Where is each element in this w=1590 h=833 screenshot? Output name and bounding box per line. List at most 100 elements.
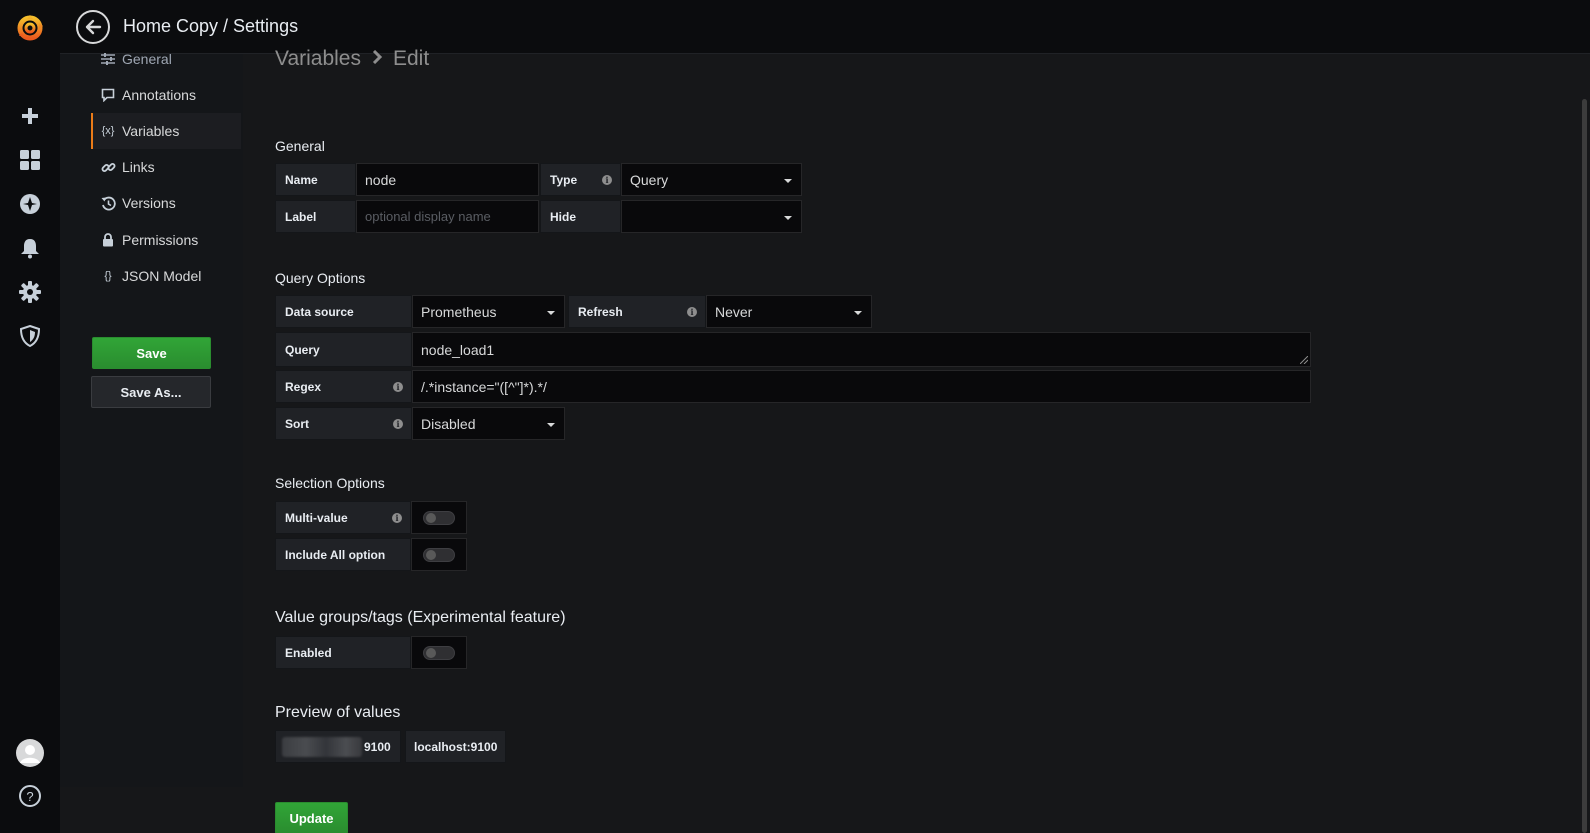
datasource-select-value: Prometheus	[421, 303, 497, 320]
caret-down-icon	[854, 311, 862, 315]
multi-value-label-text: Multi-value	[285, 510, 348, 525]
datasource-select[interactable]: Prometheus	[412, 295, 565, 328]
section-title-value-groups: Value groups/tags (Experimental feature)	[275, 609, 566, 626]
comment-icon	[100, 88, 116, 102]
avatar[interactable]	[16, 739, 44, 767]
sidebar-item-label: Links	[122, 159, 155, 175]
info-icon[interactable]: i	[602, 175, 612, 185]
include-all-label: Include All option	[275, 538, 411, 571]
sidebar-item-permissions[interactable]: Permissions	[91, 222, 241, 258]
hide-label: Hide	[540, 200, 621, 233]
history-icon	[100, 196, 116, 211]
scrollbar[interactable]	[1582, 99, 1587, 833]
name-input[interactable]: node	[356, 163, 539, 196]
query-value: node_load1	[421, 341, 495, 358]
breadcrumb-current: Edit	[393, 47, 430, 70]
value-groups-toggle[interactable]	[411, 636, 467, 669]
resize-handle-icon[interactable]	[1300, 356, 1308, 364]
back-button[interactable]	[76, 10, 110, 44]
section-title-preview: Preview of values	[275, 704, 401, 721]
shield-icon[interactable]	[18, 324, 42, 348]
caret-down-icon	[547, 311, 555, 315]
lock-icon	[100, 233, 116, 247]
chevron-right-icon	[371, 49, 383, 69]
sidebar-item-links[interactable]: Links	[91, 149, 241, 185]
variable-icon: {x}	[101, 125, 115, 137]
side-menu: ?	[0, 0, 60, 833]
settings-sidebar: General Annotations {x} Variables Links …	[60, 51, 243, 787]
sidebar-item-variables[interactable]: {x} Variables	[91, 113, 241, 149]
datasource-label: Data source	[275, 295, 412, 328]
caret-down-icon	[784, 179, 792, 183]
toggle-switch	[423, 645, 455, 660]
refresh-select[interactable]: Never	[706, 295, 872, 328]
include-all-toggle[interactable]	[411, 538, 467, 571]
gear-icon[interactable]	[18, 280, 42, 304]
type-select[interactable]: Query	[621, 163, 802, 196]
info-icon[interactable]: i	[392, 513, 402, 523]
refresh-select-value: Never	[715, 303, 753, 320]
breadcrumb-parent[interactable]: Variables	[275, 47, 361, 71]
name-label: Name	[275, 163, 356, 196]
label-input[interactable]: optional display name	[356, 200, 539, 233]
sort-label: Sort i	[275, 407, 412, 440]
link-icon	[100, 160, 116, 175]
preview-value: 9100	[364, 739, 391, 754]
sidebar-item-versions[interactable]: Versions	[91, 185, 241, 221]
help-icon[interactable]: ?	[18, 784, 42, 808]
regex-input[interactable]: /.*instance="([^"]*).*/	[412, 370, 1311, 403]
sliders-icon	[100, 53, 116, 65]
label-label: Label	[275, 200, 356, 233]
sort-label-text: Sort	[285, 416, 309, 431]
regex-label: Regex i	[275, 370, 412, 403]
info-icon[interactable]: i	[393, 382, 403, 392]
query-textarea[interactable]: node_load1	[412, 332, 1311, 367]
hide-select[interactable]	[621, 200, 802, 233]
info-icon[interactable]: i	[687, 307, 697, 317]
save-as-button[interactable]: Save As...	[91, 376, 211, 408]
explore-icon[interactable]	[18, 192, 42, 216]
regex-label-text: Regex	[285, 379, 322, 394]
arrow-left-icon	[85, 19, 102, 35]
info-icon[interactable]: i	[393, 419, 403, 429]
redacted-text	[282, 736, 362, 757]
section-title-general: General	[275, 138, 325, 154]
grafana-logo-icon[interactable]	[16, 14, 44, 42]
breadcrumb: Variables Edit	[275, 47, 429, 71]
sidebar-item-general[interactable]: General	[91, 41, 241, 77]
toggle-switch	[423, 547, 455, 562]
section-title-selection-options: Selection Options	[275, 475, 385, 491]
sort-select[interactable]: Disabled	[412, 407, 565, 440]
sidebar-item-json-model[interactable]: {} JSON Model	[91, 258, 241, 294]
multi-value-toggle[interactable]	[411, 501, 467, 534]
type-label: Type i	[540, 163, 621, 196]
query-label: Query	[275, 332, 412, 367]
dashboard-title: Home Copy / Settings	[123, 16, 299, 36]
refresh-label-text: Refresh	[578, 304, 623, 319]
preview-value-chip: 9100	[275, 730, 401, 763]
sidebar-item-label: Permissions	[122, 232, 199, 248]
toggle-switch	[423, 510, 455, 525]
update-button[interactable]: Update	[275, 802, 348, 833]
save-button[interactable]: Save	[92, 337, 211, 369]
preview-value-chip: localhost:9100	[405, 730, 507, 763]
refresh-label: Refresh i	[568, 295, 706, 328]
enabled-label: Enabled	[275, 636, 411, 669]
json-icon: {}	[104, 270, 112, 282]
plus-icon[interactable]	[18, 104, 42, 128]
sidebar-item-label: Annotations	[122, 87, 196, 103]
alerting-bell-icon[interactable]	[18, 236, 42, 260]
top-bar: Home Copy / Settings	[60, 0, 1590, 54]
svg-text:?: ?	[26, 789, 33, 804]
type-select-value: Query	[630, 171, 669, 188]
sort-select-value: Disabled	[421, 415, 476, 432]
caret-down-icon	[547, 423, 555, 427]
preview-value: localhost:9100	[414, 739, 498, 754]
sidebar-item-label: General	[122, 51, 172, 67]
dashboards-icon[interactable]	[18, 148, 42, 172]
sidebar-item-label: Variables	[122, 123, 180, 139]
caret-down-icon	[784, 216, 792, 220]
sidebar-item-annotations[interactable]: Annotations	[91, 77, 241, 113]
section-title-query-options: Query Options	[275, 270, 366, 286]
sidebar-item-label: JSON Model	[122, 268, 202, 284]
